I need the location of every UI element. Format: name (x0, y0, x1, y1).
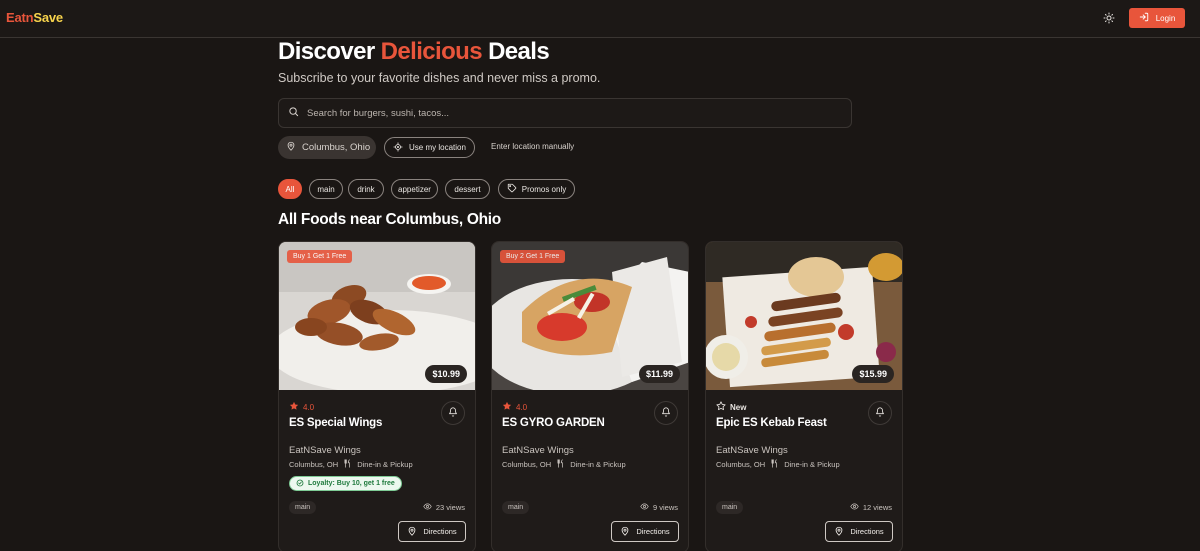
check-circle-icon (296, 479, 304, 489)
restaurant-name: EatNSave Wings (502, 445, 574, 456)
logo-part-1: Eatn (6, 10, 34, 25)
title-part-2: Deals (488, 38, 550, 65)
rating-value: 4.0 (516, 402, 528, 412)
page-title: Discover Delicious Deals (278, 38, 550, 66)
card-title[interactable]: ES GYRO GARDEN (502, 417, 605, 429)
filter-chip-all[interactable]: All (278, 179, 302, 199)
login-label: Login (1155, 13, 1176, 23)
rating-value: 4.0 (303, 402, 315, 412)
page-subtitle: Subscribe to your favorite dishes and ne… (278, 71, 601, 85)
service-label: Dine-in & Pickup (784, 460, 840, 469)
price-badge: $15.99 (852, 365, 894, 383)
directions-button[interactable]: Directions (825, 521, 893, 542)
logo[interactable]: EatnSave (6, 10, 63, 25)
eye-icon (850, 502, 859, 513)
eye-icon (423, 502, 432, 513)
map-pin-icon (286, 141, 296, 154)
top-navbar: EatnSave Login (0, 0, 1200, 38)
search-icon (288, 104, 299, 122)
food-card[interactable]: Buy 1 Get 1 Free $10.99 4.0 ES Special W… (278, 241, 476, 551)
subscribe-bell-button[interactable] (868, 401, 892, 425)
enter-location-manually-link[interactable]: Enter location manually (491, 142, 574, 151)
title-part-1: Discover (278, 38, 375, 65)
views-label: 23 views (435, 503, 465, 512)
star-outline-icon (716, 401, 726, 413)
bell-icon (448, 404, 458, 422)
rating: 4.0 (289, 401, 314, 413)
directions-label: Directions (423, 527, 457, 536)
logo-part-2: Save (33, 10, 63, 25)
loyalty-badge: Loyalty: Buy 10, get 1 free (289, 476, 402, 491)
card-meta: Columbus, OH Dine-in & Pickup (289, 459, 413, 470)
filter-chip-main[interactable]: main (309, 179, 343, 199)
price-badge: $10.99 (425, 365, 467, 383)
tag-icon (507, 183, 517, 195)
current-location-pill[interactable]: Columbus, Ohio (278, 136, 376, 159)
filter-chip-dessert[interactable]: dessert (445, 179, 490, 199)
theme-toggle-sun-icon[interactable] (1101, 10, 1117, 26)
card-title[interactable]: Epic ES Kebab Feast (716, 417, 827, 429)
rating: New (716, 401, 746, 413)
title-accent: Delicious (380, 38, 483, 65)
views-count: 9 views (640, 502, 678, 513)
food-card[interactable]: Buy 2 Get 1 Free $11.99 4.0 ES GYRO GARD… (491, 241, 689, 551)
subscribe-bell-button[interactable] (654, 401, 678, 425)
utensils-icon (556, 459, 565, 470)
directions-button[interactable]: Directions (611, 521, 679, 542)
login-icon (1139, 12, 1149, 24)
current-location-label: Columbus, Ohio (302, 142, 371, 153)
city-label: Columbus, OH (289, 460, 339, 469)
rating-value: New (730, 402, 747, 412)
promo-badge: Buy 2 Get 1 Free (500, 250, 566, 263)
service-label: Dine-in & Pickup (570, 460, 626, 469)
login-button[interactable]: Login (1129, 8, 1185, 28)
search-bar[interactable] (278, 98, 852, 128)
bell-icon (661, 404, 671, 422)
use-my-location-button[interactable]: Use my location (384, 137, 475, 158)
views-count: 12 views (850, 502, 892, 513)
restaurant-name: EatNSave Wings (716, 445, 788, 456)
promos-only-label: Promos only (521, 184, 567, 194)
map-pin-icon (407, 526, 417, 538)
loyalty-label: Loyalty: Buy 10, get 1 free (308, 480, 395, 487)
directions-button[interactable]: Directions (398, 521, 466, 542)
star-icon (289, 401, 299, 413)
city-label: Columbus, OH (716, 460, 766, 469)
section-title: All Foods near Columbus, Ohio (278, 211, 501, 228)
directions-label: Directions (850, 527, 884, 536)
use-my-location-label: Use my location (409, 143, 466, 152)
price-badge: $11.99 (638, 365, 680, 383)
food-card[interactable]: $15.99 New Epic ES Kebab Feast EatNSave … (705, 241, 903, 551)
views-label: 9 views (652, 503, 678, 512)
filter-chip-appetizer[interactable]: appetizer (391, 179, 438, 199)
rating: 4.0 (502, 401, 527, 413)
eye-icon (640, 502, 649, 513)
utensils-icon (770, 459, 779, 470)
map-pin-icon (620, 526, 630, 538)
category-tag: main (289, 501, 317, 514)
search-input[interactable] (307, 107, 827, 119)
views-count: 23 views (423, 502, 465, 513)
views-label: 12 views (862, 503, 892, 512)
filter-chip-drink[interactable]: drink (348, 179, 384, 199)
card-title[interactable]: ES Special Wings (289, 417, 382, 429)
card-meta: Columbus, OH Dine-in & Pickup (502, 459, 626, 470)
category-tag: main (716, 501, 744, 514)
city-label: Columbus, OH (502, 460, 552, 469)
restaurant-name: EatNSave Wings (289, 445, 361, 456)
category-tag: main (502, 501, 530, 514)
map-pin-icon (834, 526, 844, 538)
crosshair-icon (393, 141, 403, 154)
card-meta: Columbus, OH Dine-in & Pickup (716, 459, 840, 470)
utensils-icon (343, 459, 352, 470)
bell-icon (875, 404, 885, 422)
service-label: Dine-in & Pickup (357, 460, 413, 469)
promos-only-toggle[interactable]: Promos only (498, 179, 575, 199)
star-icon (502, 401, 512, 413)
subscribe-bell-button[interactable] (441, 401, 465, 425)
directions-label: Directions (636, 527, 670, 536)
promo-badge: Buy 1 Get 1 Free (287, 250, 353, 263)
